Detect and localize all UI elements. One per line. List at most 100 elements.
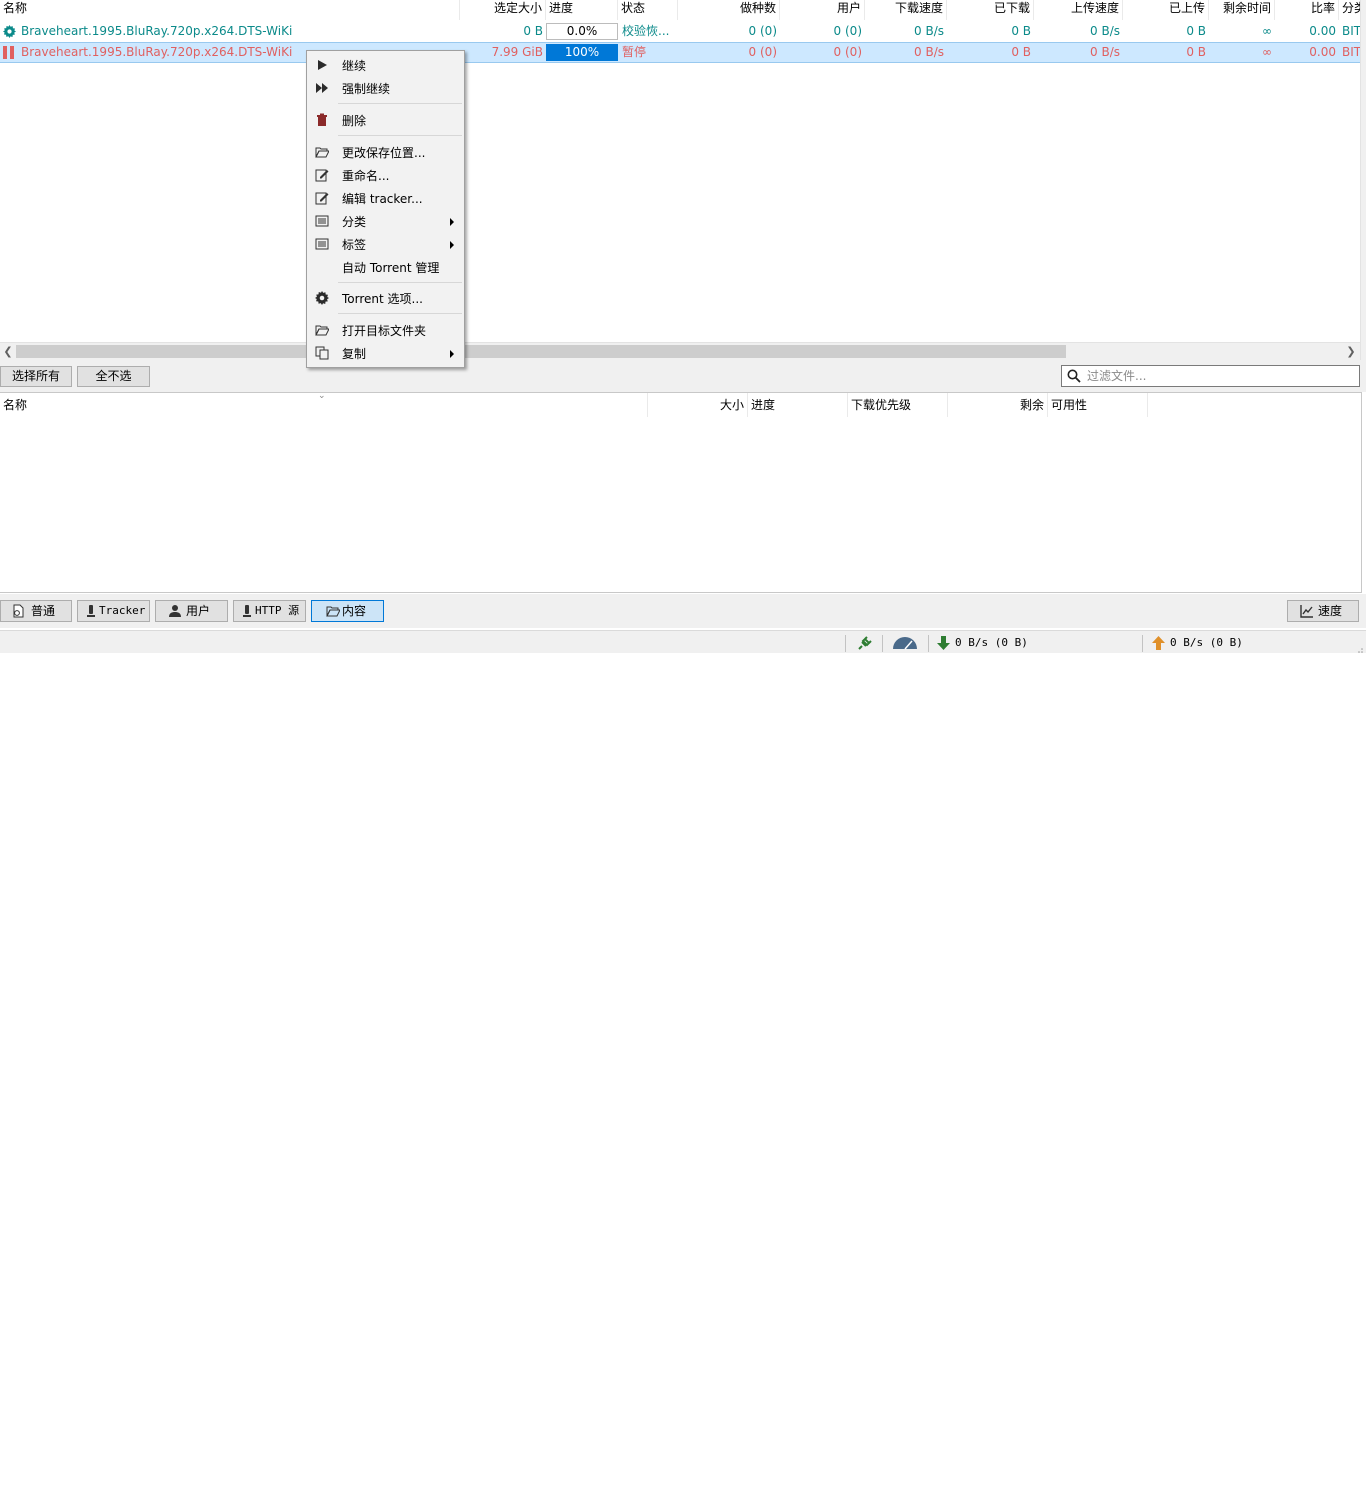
copy-icon xyxy=(315,346,329,360)
torrent-peers: 0 (0) xyxy=(833,45,862,59)
column-header-seeds[interactable]: 做种数 xyxy=(678,0,780,20)
menu-separator xyxy=(338,103,462,104)
torrent-size: 7.99 GiB xyxy=(491,45,543,59)
status-separator xyxy=(1142,635,1143,652)
menu-item-edit-trackers[interactable]: 编辑 tracker... xyxy=(309,187,462,209)
torrent-downloaded: 0 B xyxy=(1011,24,1031,38)
speed-limit-icon[interactable] xyxy=(892,636,918,650)
menu-item-set-location[interactable]: 更改保存位置... xyxy=(309,141,462,163)
select-none-button[interactable]: 全不选 xyxy=(77,366,150,387)
chart-icon xyxy=(1300,604,1314,618)
vertical-scrollbar[interactable] xyxy=(1360,0,1366,360)
menu-item-delete[interactable]: 删除 xyxy=(309,109,462,131)
menu-item-label: 标签 xyxy=(342,238,367,252)
menu-separator xyxy=(338,135,462,136)
progress-bar: 0.0% xyxy=(546,23,618,40)
torrent-peers: 0 (0) xyxy=(833,24,862,38)
column-header-downloaded[interactable]: 已下载 xyxy=(947,0,1034,20)
filter-files-input[interactable]: 过滤文件... xyxy=(1061,365,1360,387)
column-header-status[interactable]: 状态 xyxy=(618,0,678,20)
torrent-ratio: 0.00 xyxy=(1309,24,1336,38)
files-column-availability[interactable]: 可用性 xyxy=(1048,393,1148,417)
torrent-seeds: 0 (0) xyxy=(748,24,777,38)
torrent-ratio: 0.00 xyxy=(1309,45,1336,59)
menu-item-copy[interactable]: 复制 xyxy=(309,342,462,364)
status-separator xyxy=(882,635,883,652)
torrent-eta: ∞ xyxy=(1262,45,1272,59)
folder-open-icon xyxy=(326,604,341,618)
torrent-table-header: 名称 选定大小 进度 状态 做种数 用户 下载速度 已下载 上传速度 已上传 剩… xyxy=(0,0,1366,20)
horizontal-scrollbar[interactable]: ❮ ❯ xyxy=(0,342,1360,361)
tab-label: 普通 xyxy=(31,604,56,618)
tab-peers[interactable]: 用户 xyxy=(155,600,228,622)
torrent-uploaded: 0 B xyxy=(1186,45,1206,59)
column-header-ul-speed[interactable]: 上传速度 xyxy=(1034,0,1123,20)
menu-item-label: 复制 xyxy=(342,347,367,361)
torrent-uploaded: 0 B xyxy=(1186,24,1206,38)
upload-speed: 0 B/s (0 B) xyxy=(1170,636,1243,649)
menu-item-label: 自动 Torrent 管理 xyxy=(342,261,440,275)
files-table[interactable]: ⌄ 名称 大小 进度 下载优先级 剩余 可用性 xyxy=(0,392,1362,593)
select-all-button[interactable]: 选择所有 xyxy=(0,366,72,387)
tab-general[interactable]: 普通 xyxy=(0,600,72,622)
menu-item-label: 继续 xyxy=(342,59,367,73)
column-header-size[interactable]: 选定大小 xyxy=(460,0,546,20)
status-bar: 0 B/s (0 B) 0 B/s (0 B) xyxy=(0,630,1366,653)
column-header-ratio[interactable]: 比率 xyxy=(1275,0,1339,20)
progress-text: 100% xyxy=(564,45,600,59)
scroll-right-icon[interactable]: ❯ xyxy=(1343,344,1359,360)
menu-item-resume[interactable]: 继续 xyxy=(309,54,462,76)
tab-speed[interactable]: 速度 xyxy=(1287,600,1359,622)
menu-item-force-resume[interactable]: 强制继续 xyxy=(309,77,462,99)
column-header-peers[interactable]: 用户 xyxy=(780,0,865,20)
tab-http-sources[interactable]: HTTP 源 xyxy=(233,600,306,622)
torrent-row[interactable]: Braveheart.1995.BluRay.720p.x264.DTS-WiK… xyxy=(0,21,1366,42)
files-column-name[interactable]: 名称 xyxy=(0,393,648,417)
tab-label: 用户 xyxy=(186,604,211,618)
connection-status-icon[interactable] xyxy=(857,636,872,651)
folder-open-icon xyxy=(315,145,330,159)
column-header-dl-speed[interactable]: 下载速度 xyxy=(865,0,947,20)
tab-label: 速度 xyxy=(1318,604,1343,618)
torrent-size: 0 B xyxy=(523,24,543,38)
menu-item-tags[interactable]: 标签 xyxy=(309,233,462,255)
info-icon xyxy=(11,604,25,618)
files-column-size[interactable]: 大小 xyxy=(648,393,748,417)
search-icon xyxy=(1067,369,1081,383)
scrollbar-thumb[interactable] xyxy=(16,345,1066,358)
column-header-eta[interactable]: 剩余时间 xyxy=(1209,0,1275,20)
progress-text: 0.0% xyxy=(566,24,598,38)
files-column-progress[interactable]: 进度 xyxy=(748,393,848,417)
progress-bar: 100% xyxy=(546,44,618,61)
resize-grip-icon[interactable] xyxy=(1356,643,1364,653)
scroll-left-icon[interactable]: ❮ xyxy=(0,344,16,360)
menu-item-category[interactable]: 分类 xyxy=(309,210,462,232)
menu-separator xyxy=(338,313,462,314)
menu-item-torrent-options[interactable]: Torrent 选项... xyxy=(309,287,462,309)
status-separator xyxy=(845,635,846,652)
torrent-status: 暂停 xyxy=(622,45,647,59)
torrent-row-selected[interactable]: Braveheart.1995.BluRay.720p.x264.DTS-WiK… xyxy=(0,42,1366,63)
torrent-eta: ∞ xyxy=(1262,24,1272,38)
torrent-name: Braveheart.1995.BluRay.720p.x264.DTS-WiK… xyxy=(21,24,293,38)
list-icon xyxy=(315,237,329,251)
files-column-remaining[interactable]: 剩余 xyxy=(948,393,1048,417)
status-separator xyxy=(928,635,929,652)
menu-item-label: 更改保存位置... xyxy=(342,146,426,160)
tab-trackers[interactable]: Tracker xyxy=(77,600,150,622)
menu-item-label: 打开目标文件夹 xyxy=(342,324,427,338)
submenu-arrow-icon xyxy=(450,241,454,249)
column-header-progress[interactable]: 进度 xyxy=(546,0,618,20)
column-header-name[interactable]: 名称 xyxy=(0,0,460,20)
menu-item-auto-tmm[interactable]: 自动 Torrent 管理 xyxy=(309,256,462,278)
menu-item-open-folder[interactable]: 打开目标文件夹 xyxy=(309,319,462,341)
edit-icon xyxy=(315,191,329,205)
tracker-icon xyxy=(84,604,98,618)
torrent-downloaded: 0 B xyxy=(1011,45,1031,59)
column-header-uploaded[interactable]: 已上传 xyxy=(1123,0,1209,20)
pause-icon xyxy=(3,46,15,59)
files-column-priority[interactable]: 下载优先级 xyxy=(848,393,948,417)
menu-item-rename[interactable]: 重命名... xyxy=(309,164,462,186)
tab-content[interactable]: 内容 xyxy=(311,600,384,622)
gear-icon xyxy=(3,25,16,38)
